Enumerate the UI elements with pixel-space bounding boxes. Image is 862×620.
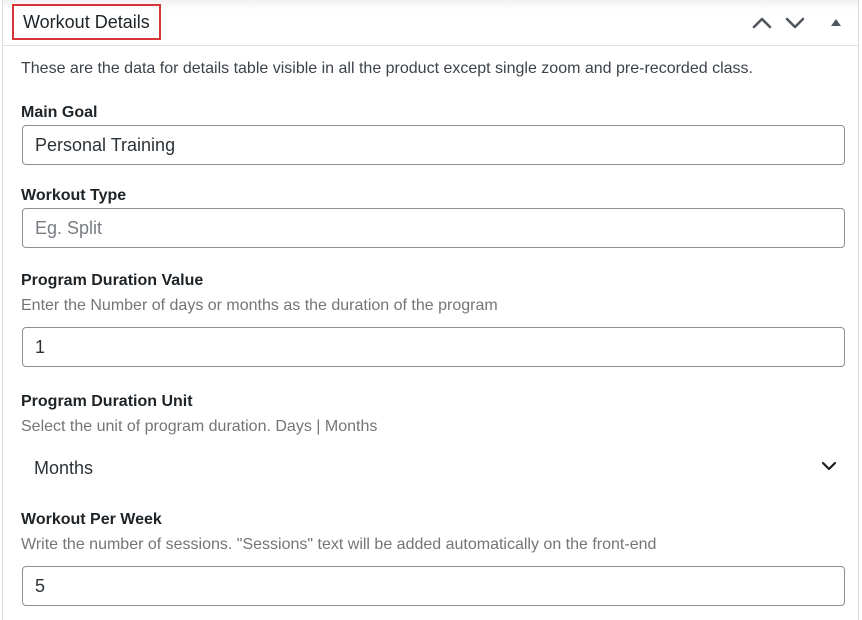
program-duration-unit-label: Program Duration Unit	[21, 393, 193, 410]
move-up-button[interactable]	[749, 10, 775, 36]
program-duration-value-input[interactable]	[22, 327, 845, 367]
workout-type-input[interactable]	[22, 208, 845, 248]
metabox-title[interactable]: Workout Details	[12, 4, 161, 40]
move-down-button[interactable]	[782, 10, 808, 36]
program-duration-unit-help: Select the unit of program duration. Day…	[21, 418, 378, 435]
program-duration-unit-select[interactable]: Months	[22, 448, 845, 488]
chevron-up-icon	[752, 17, 772, 29]
triangle-up-icon	[831, 19, 841, 26]
toggle-panel-button[interactable]	[823, 10, 849, 36]
metabox-title-text: Workout Details	[23, 11, 150, 32]
metabox-header: Workout Details	[3, 0, 858, 46]
workout-type-label: Workout Type	[21, 187, 127, 204]
metabox-description: These are the data for details table vis…	[21, 60, 753, 77]
chevron-down-icon	[785, 17, 805, 29]
chevron-down-icon	[821, 461, 837, 471]
program-duration-unit-selected: Months	[34, 457, 94, 478]
workout-per-week-input[interactable]	[22, 566, 845, 606]
program-duration-value-help: Enter the Number of days or months as th…	[21, 297, 498, 314]
program-duration-value-label: Program Duration Value	[21, 272, 204, 289]
workout-details-metabox: Workout Details These are the data for d…	[2, 0, 859, 620]
main-goal-label: Main Goal	[21, 104, 98, 121]
main-goal-input[interactable]	[22, 125, 845, 165]
workout-per-week-label: Workout Per Week	[21, 511, 162, 528]
workout-per-week-help: Write the number of sessions. "Sessions"…	[21, 536, 657, 553]
